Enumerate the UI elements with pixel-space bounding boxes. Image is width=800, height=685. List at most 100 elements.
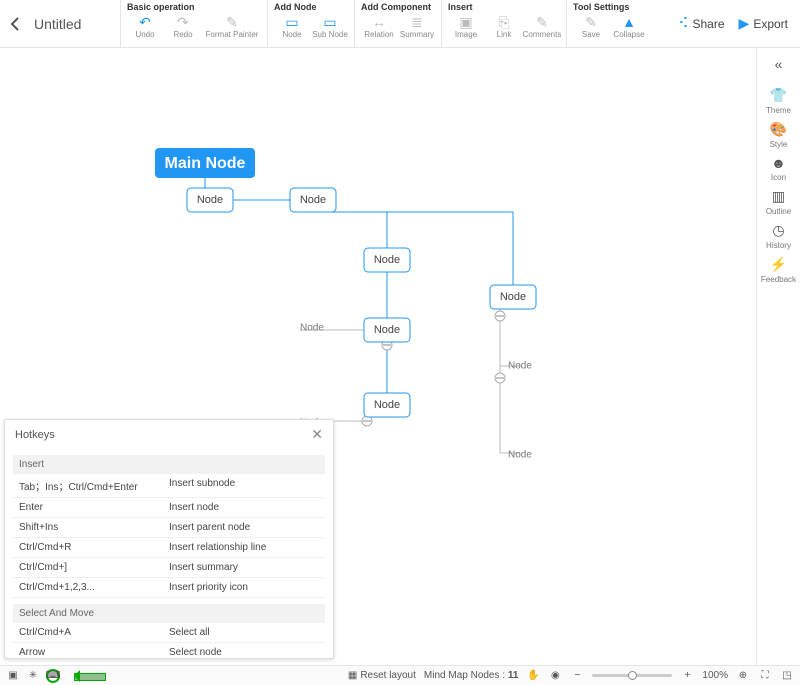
hotkey-row: ArrowSelect node xyxy=(13,643,325,658)
presentation-icon[interactable]: ▣ xyxy=(6,669,20,683)
tool-group-label: Insert xyxy=(448,2,560,12)
hotkey-desc: Insert relationship line xyxy=(169,542,266,553)
hotkey-desc: Insert parent node xyxy=(169,522,250,533)
comments-icon: ✎ xyxy=(533,14,551,30)
mindmap-node[interactable]: Node xyxy=(508,450,532,461)
zoom-value: 100% xyxy=(702,670,728,681)
sidebar-item-feedback[interactable]: ⚡Feedback xyxy=(761,253,796,287)
collapse-icon: ▲ xyxy=(620,14,638,30)
summary-button[interactable]: ≣Summary xyxy=(399,14,435,39)
svg-text:Node: Node xyxy=(300,194,326,206)
hotkey-row: Ctrl/Cmd+]Insert summary xyxy=(13,558,325,578)
reset-layout-button[interactable]: ▦Reset layout xyxy=(348,670,416,681)
save-button[interactable]: ✎Save xyxy=(573,14,609,39)
mindmap-node[interactable]: Node xyxy=(364,393,410,417)
right-sidebar: « 👕 Theme 🎨Style☻Icon ▥ Outline ◷ History ⚡Feed… xyxy=(756,48,800,665)
hotkey-keys: Enter xyxy=(19,502,169,513)
tool-group-label: Add Component xyxy=(361,2,435,12)
zoom-slider[interactable] xyxy=(592,674,672,677)
svg-text:Node: Node xyxy=(374,324,400,336)
tool-group-add-component: Add Component ↔Relation≣Summary xyxy=(354,0,441,47)
keyboard-icon[interactable]: ⌨ xyxy=(46,669,60,683)
hotkey-keys: Ctrl/Cmd+R xyxy=(19,542,169,553)
image-icon: ▣ xyxy=(457,14,475,30)
hand-icon[interactable]: ✋ xyxy=(526,669,540,683)
share-button[interactable]: ⠪ Share xyxy=(678,15,724,32)
toggle-icon[interactable] xyxy=(495,311,505,321)
redo-button[interactable]: ↷Redo xyxy=(165,14,201,39)
zoom-out-icon[interactable]: − xyxy=(570,669,584,683)
node-button[interactable]: ▭Node xyxy=(274,14,310,39)
eye-icon[interactable]: ◉ xyxy=(548,669,562,683)
hotkey-keys: Shift+Ins xyxy=(19,522,169,533)
hotkey-row: Ctrl/Cmd+RInsert relationship line xyxy=(13,538,325,558)
main-node[interactable]: Main Node xyxy=(155,148,255,178)
share-label: Share xyxy=(693,17,725,31)
sidebar-item-theme[interactable]: 👕 Theme xyxy=(761,84,796,118)
format-painter-button[interactable]: ✎Format Painter xyxy=(203,14,261,39)
sidebar-collapse[interactable]: « xyxy=(775,56,783,72)
sidebar-item-style[interactable]: 🎨Style xyxy=(761,118,796,152)
sidebar-item-history[interactable]: ◷ History xyxy=(761,219,796,253)
hotkeys-panel: Hotkeys ✕ InsertTab；Ins；Ctrl/Cmd+EnterIn… xyxy=(4,419,334,659)
sidebar-item-label: Theme xyxy=(766,106,791,115)
hotkey-desc: Insert summary xyxy=(169,562,238,573)
tool-caption: Summary xyxy=(400,30,434,39)
hotkey-row: Ctrl/Cmd+ASelect all xyxy=(13,623,325,643)
close-icon[interactable]: ✕ xyxy=(311,426,323,443)
mindmap-node[interactable]: Node xyxy=(508,361,532,372)
mindmap-node[interactable]: Node xyxy=(490,285,536,309)
toolbar: Basic operation↶Undo↷Redo✎Format Painter… xyxy=(120,0,653,47)
hotkey-keys: Tab；Ins；Ctrl/Cmd+Enter xyxy=(19,478,169,493)
hotkeys-section-header: Insert xyxy=(13,455,325,474)
tool-caption: Save xyxy=(582,30,600,39)
tool-caption: Comments xyxy=(523,30,562,39)
doc-title[interactable]: Untitled xyxy=(30,0,120,47)
hotkey-row: Tab；Ins；Ctrl/Cmd+EnterInsert subnode xyxy=(13,474,325,498)
subnode-icon: ▭ xyxy=(321,14,339,30)
sidebar-item-label: Outline xyxy=(766,207,791,216)
hotkeys-title: Hotkeys xyxy=(15,429,55,441)
theme-icon: 👕 xyxy=(770,87,787,104)
hotkeys-list[interactable]: InsertTab；Ins；Ctrl/Cmd+EnterInsert subno… xyxy=(5,449,333,658)
mindmap-node[interactable]: Node xyxy=(187,188,233,212)
save-icon: ✎ xyxy=(582,14,600,30)
tool-group-basic-operation: Basic operation↶Undo↷Redo✎Format Painter xyxy=(120,0,267,47)
link-button[interactable]: ⎘Link xyxy=(486,14,522,39)
sidebar-item-outline[interactable]: ▥ Outline xyxy=(761,185,796,219)
toggle-icon[interactable] xyxy=(495,373,505,383)
sidebar-item-label: History xyxy=(766,241,791,250)
relation-button[interactable]: ↔Relation xyxy=(361,14,397,39)
status-bar: ▣ ✳ ⌨ ▦Reset layout Mind Map Nodes : 11 … xyxy=(0,665,800,685)
hotkey-desc: Select all xyxy=(169,627,210,638)
mindmap-node[interactable]: Node xyxy=(300,323,324,334)
share-icon: ⠪ xyxy=(678,15,688,32)
collapse-button[interactable]: ▲Collapse xyxy=(611,14,647,39)
zoom-in-icon[interactable]: + xyxy=(680,669,694,683)
tool-caption: Node xyxy=(282,30,301,39)
hotkey-desc: Select node xyxy=(169,647,222,658)
subnode-button[interactable]: ▭Sub Node xyxy=(312,14,348,39)
icon-icon: ☻ xyxy=(771,155,786,171)
outline-icon: ▥ xyxy=(772,188,785,205)
hotkey-desc: Insert node xyxy=(169,502,219,513)
image-button[interactable]: ▣Image xyxy=(448,14,484,39)
mindmap-node[interactable]: Node xyxy=(290,188,336,212)
node-icon: ▭ xyxy=(283,14,301,30)
brightness-icon[interactable]: ✳ xyxy=(26,669,40,683)
svg-text:Node: Node xyxy=(197,194,223,206)
undo-button[interactable]: ↶Undo xyxy=(127,14,163,39)
reset-label: Reset layout xyxy=(360,670,416,681)
mindmap-node[interactable]: Node xyxy=(364,248,410,272)
svg-text:Main Node: Main Node xyxy=(165,155,246,172)
minimap-icon[interactable]: ◳ xyxy=(780,669,794,683)
fit-icon[interactable]: ⊕ xyxy=(736,669,750,683)
back-button[interactable] xyxy=(0,0,30,47)
history-icon: ◷ xyxy=(772,222,784,239)
sidebar-item-icon[interactable]: ☻Icon xyxy=(761,152,796,185)
fullscreen-icon[interactable]: ⛶ xyxy=(758,669,772,683)
export-button[interactable]: ▶Export xyxy=(739,15,788,32)
mindmap-node[interactable]: Node xyxy=(364,318,410,342)
top-right: ⠪ Share ▶Export xyxy=(678,0,800,47)
comments-button[interactable]: ✎Comments xyxy=(524,14,560,39)
